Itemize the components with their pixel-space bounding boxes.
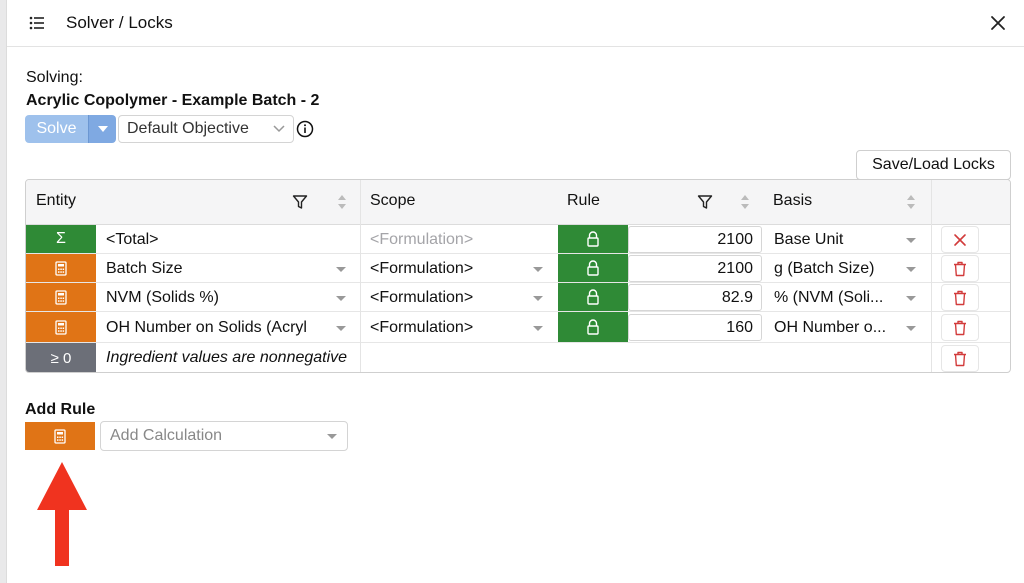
trash-icon bbox=[954, 320, 966, 335]
column-header-rule[interactable]: Rule bbox=[567, 192, 600, 210]
column-divider bbox=[360, 180, 361, 372]
entity-select[interactable]: Batch Size bbox=[106, 260, 182, 278]
entity-select[interactable]: OH Number on Solids (Acryl bbox=[106, 319, 328, 337]
constraint-text: Ingredient values are nonnegative bbox=[106, 349, 348, 366]
trash-icon bbox=[954, 261, 966, 276]
close-icon bbox=[954, 233, 966, 246]
panel-header: Solver / Locks bbox=[7, 0, 1024, 47]
objective-value: Default Objective bbox=[127, 120, 249, 137]
entity-cell: <Total> bbox=[106, 231, 159, 248]
calculator-icon bbox=[55, 260, 67, 276]
lock-toggle[interactable] bbox=[558, 283, 628, 311]
calculator-icon bbox=[55, 289, 67, 305]
trash-icon bbox=[954, 351, 966, 366]
filter-icon[interactable] bbox=[697, 194, 713, 210]
lock-toggle[interactable] bbox=[558, 254, 628, 282]
column-header-basis[interactable]: Basis bbox=[773, 192, 812, 210]
solve-split-button: Solve bbox=[25, 115, 116, 143]
table-row: OH Number on Solids (Acryl <Formulation>… bbox=[26, 312, 1010, 343]
lock-icon bbox=[587, 289, 599, 305]
arrow-up-icon bbox=[37, 462, 87, 566]
table-row: NVM (Solids %) <Formulation> 82.9 % (NVM… bbox=[26, 283, 1010, 312]
scope-select[interactable]: <Formulation> bbox=[370, 289, 473, 307]
delete-button[interactable] bbox=[941, 284, 979, 311]
table-row: ≥ 0 Ingredient values are nonnegative bbox=[26, 343, 1010, 372]
close-icon[interactable] bbox=[989, 14, 1007, 32]
lock-toggle[interactable] bbox=[558, 312, 628, 342]
sort-icon[interactable] bbox=[906, 194, 916, 210]
dropdown-caret-icon bbox=[336, 326, 346, 331]
calculation-badge bbox=[26, 254, 96, 282]
solve-dropdown-button[interactable] bbox=[88, 115, 116, 143]
dropdown-caret-icon bbox=[533, 326, 543, 331]
remove-button[interactable] bbox=[941, 226, 979, 253]
lock-icon bbox=[587, 231, 599, 247]
basis-select[interactable]: % (NVM (Soli... bbox=[774, 289, 904, 307]
lock-icon bbox=[587, 260, 599, 276]
filter-icon[interactable] bbox=[292, 194, 308, 210]
scope-select[interactable]: <Formulation> bbox=[370, 319, 473, 337]
calculator-icon bbox=[55, 319, 67, 335]
batch-name: Acrylic Copolymer - Example Batch - 2 bbox=[26, 92, 320, 109]
solver-locks-panel: Solver / Locks Solving: Acrylic Copolyme… bbox=[6, 0, 1024, 583]
panel-title: Solver / Locks bbox=[66, 13, 173, 32]
sigma-icon: Σ bbox=[56, 230, 66, 247]
scope-select[interactable]: <Formulation> bbox=[370, 260, 473, 278]
info-icon[interactable] bbox=[296, 120, 314, 138]
sum-badge: Σ bbox=[26, 225, 96, 253]
list-icon[interactable] bbox=[29, 15, 45, 31]
dropdown-caret-icon bbox=[906, 267, 916, 272]
calculation-badge bbox=[26, 283, 96, 311]
caret-down-icon bbox=[97, 126, 108, 132]
entity-select[interactable]: NVM (Solids %) bbox=[106, 289, 219, 307]
basis-select[interactable]: OH Number o... bbox=[774, 319, 904, 337]
sort-icon[interactable] bbox=[740, 194, 750, 210]
column-header-entity[interactable]: Entity bbox=[36, 192, 76, 210]
objective-select[interactable]: Default Objective bbox=[118, 115, 294, 143]
table-row: Batch Size <Formulation> 2100 g (Batch S… bbox=[26, 254, 1010, 283]
dropdown-caret-icon bbox=[533, 296, 543, 301]
dropdown-caret-icon bbox=[906, 238, 916, 243]
column-divider bbox=[931, 180, 932, 372]
basis-select[interactable]: Base Unit bbox=[774, 231, 904, 249]
calculator-icon bbox=[54, 428, 66, 444]
basis-select[interactable]: g (Batch Size) bbox=[774, 260, 904, 278]
dropdown-caret-icon bbox=[327, 434, 337, 439]
locks-table: Entity Scope Rule Basis Σ <Total> <Formu… bbox=[25, 179, 1011, 373]
value-input[interactable]: 2100 bbox=[628, 255, 762, 282]
solve-button[interactable]: Solve bbox=[25, 115, 88, 143]
lock-toggle[interactable] bbox=[558, 225, 628, 253]
add-rule-label: Add Rule bbox=[25, 401, 96, 418]
delete-button[interactable] bbox=[941, 255, 979, 282]
scope-cell: <Formulation> bbox=[370, 231, 474, 248]
dropdown-caret-icon bbox=[336, 267, 346, 272]
chevron-down-icon bbox=[273, 125, 285, 133]
delete-button[interactable] bbox=[941, 345, 979, 372]
column-header-scope[interactable]: Scope bbox=[370, 192, 415, 210]
value-input[interactable]: 160 bbox=[628, 314, 762, 341]
table-row: Σ <Total> <Formulation> 2100 Base Unit bbox=[26, 225, 1010, 254]
add-calculation-placeholder: Add Calculation bbox=[110, 427, 223, 444]
dropdown-caret-icon bbox=[533, 267, 543, 272]
save-load-locks-button[interactable]: Save/Load Locks bbox=[856, 150, 1011, 180]
value-input[interactable]: 2100 bbox=[628, 226, 762, 253]
lock-icon bbox=[587, 319, 599, 335]
delete-button[interactable] bbox=[941, 314, 979, 341]
sort-icon[interactable] bbox=[337, 194, 347, 210]
value-input[interactable]: 82.9 bbox=[628, 284, 762, 311]
solving-label: Solving: bbox=[26, 69, 83, 86]
calculation-badge bbox=[25, 422, 95, 450]
nonnegative-badge: ≥ 0 bbox=[26, 343, 96, 372]
dropdown-caret-icon bbox=[336, 296, 346, 301]
dropdown-caret-icon bbox=[906, 296, 916, 301]
trash-icon bbox=[954, 290, 966, 305]
calculation-badge bbox=[26, 312, 96, 342]
add-calculation-select[interactable]: Add Calculation bbox=[100, 421, 348, 451]
dropdown-caret-icon bbox=[906, 326, 916, 331]
table-header: Entity Scope Rule Basis bbox=[26, 180, 1010, 225]
